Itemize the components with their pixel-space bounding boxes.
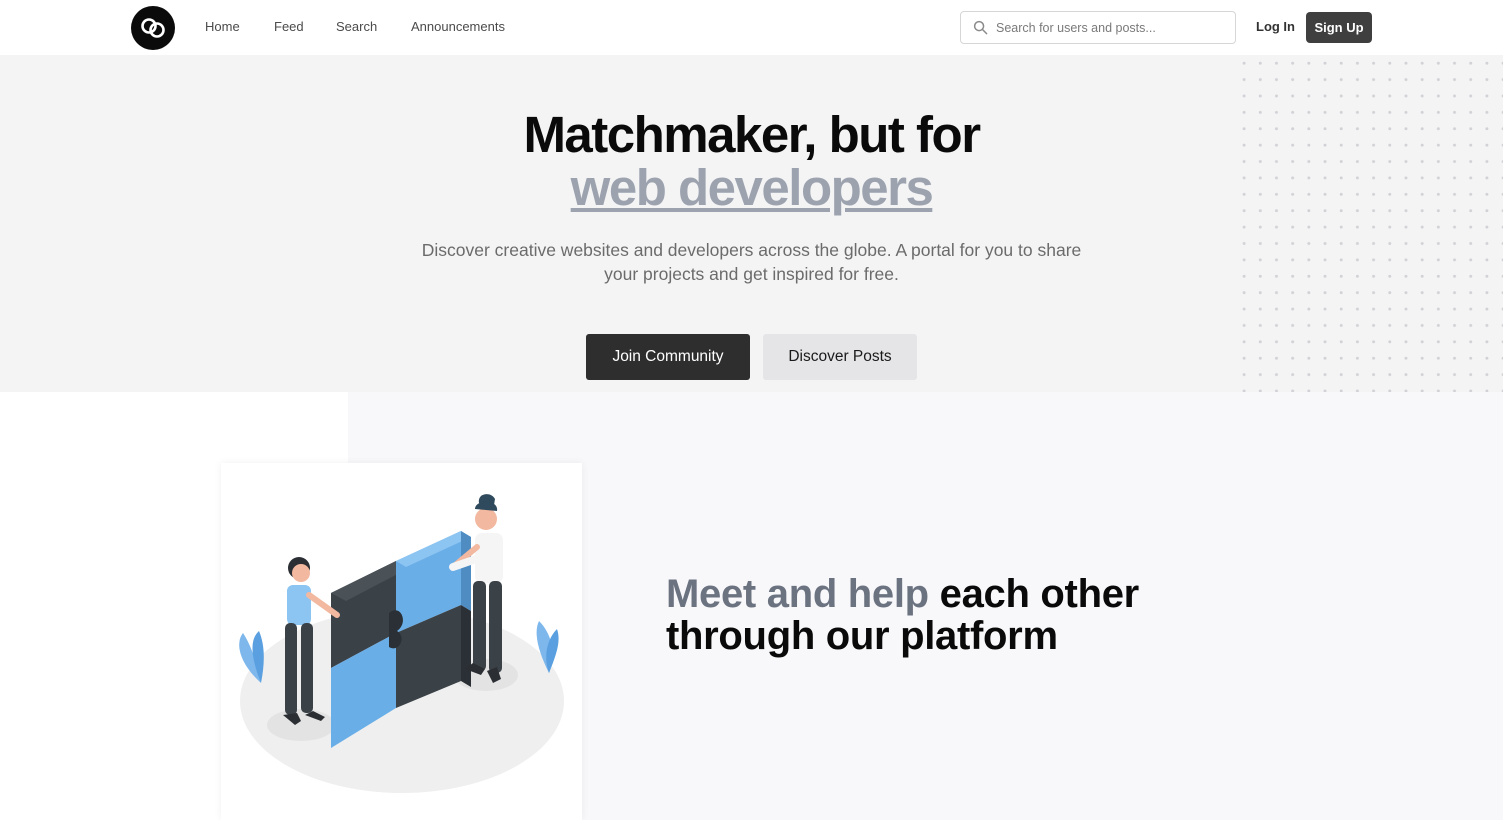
search-box[interactable] <box>960 11 1236 44</box>
top-navbar: Home Feed Search Announcements Log In Si… <box>0 0 1503 55</box>
nav-link-feed[interactable]: Feed <box>274 19 304 34</box>
nav-link-search[interactable]: Search <box>336 19 377 34</box>
hero-title-highlight: web developers <box>0 161 1503 215</box>
dot-pattern-decoration <box>1236 55 1503 395</box>
hero-title: Matchmaker, but for <box>523 106 981 163</box>
login-button[interactable]: Log In <box>1256 19 1295 34</box>
nav-link-home[interactable]: Home <box>205 19 240 34</box>
search-icon <box>973 20 988 35</box>
hero-title-highlight-text: web developers <box>570 159 934 216</box>
feature-heading-line2: through our platform <box>666 614 1058 658</box>
feature-heading-highlight: Meet and help <box>666 572 929 616</box>
discover-posts-button[interactable]: Discover Posts <box>763 334 917 380</box>
join-community-button[interactable]: Join Community <box>586 334 750 380</box>
illustration-card <box>221 463 582 820</box>
search-input[interactable] <box>996 12 1231 43</box>
logo-icon[interactable] <box>131 6 175 50</box>
nav-link-announcements[interactable]: Announcements <box>411 19 505 34</box>
hero-subtitle: Discover creative websites and developer… <box>421 240 1082 284</box>
feature-heading: Meet and help each other through our pla… <box>666 573 1266 657</box>
puzzle-illustration <box>239 494 564 793</box>
logo-mark <box>141 18 165 38</box>
signup-button[interactable]: Sign Up <box>1306 12 1372 43</box>
feature-heading-rest: each other <box>939 572 1140 616</box>
